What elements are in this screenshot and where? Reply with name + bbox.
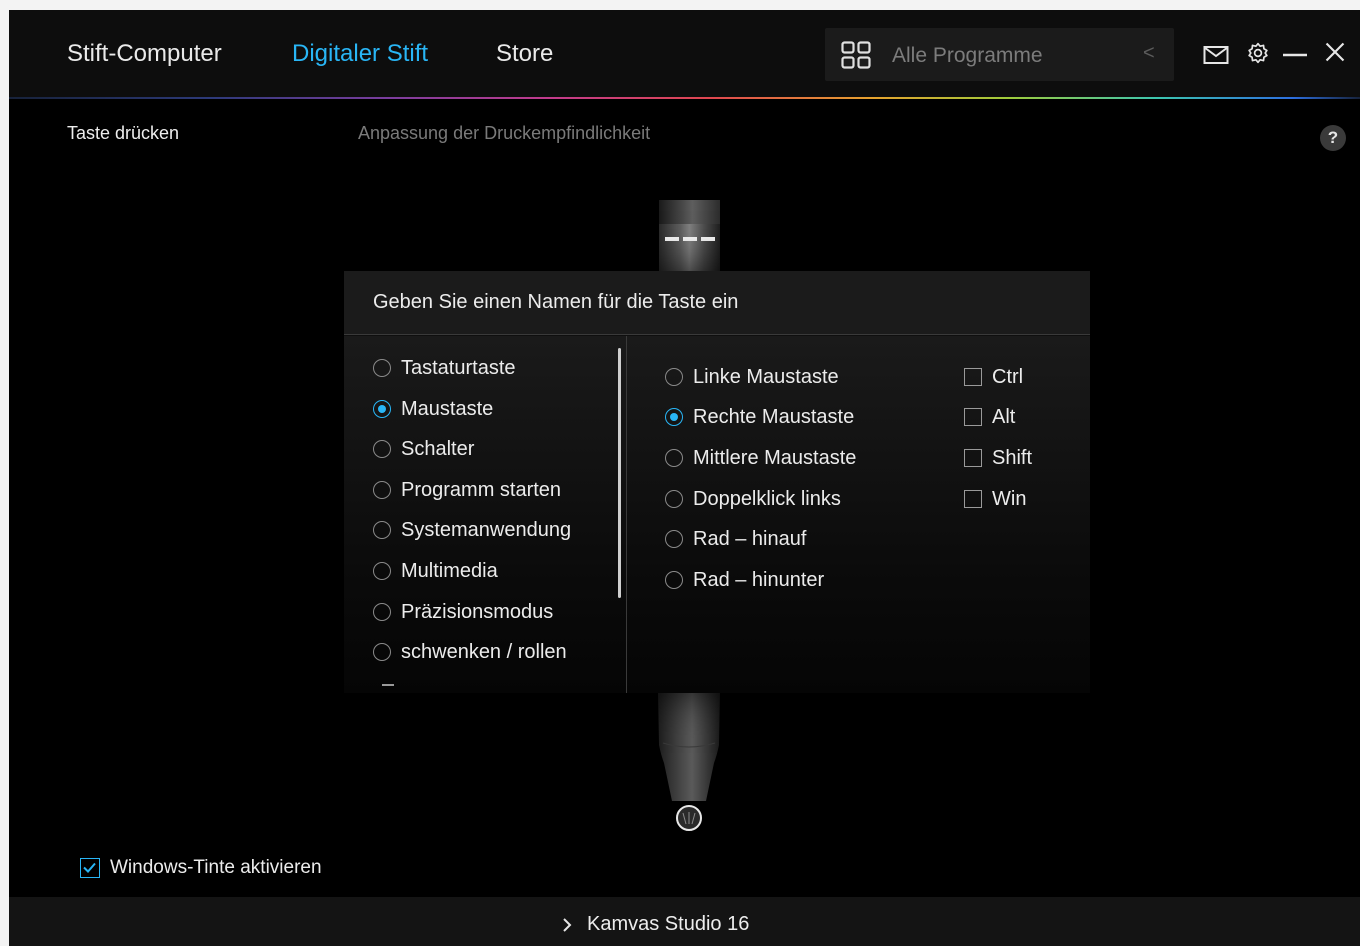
radio-button[interactable] (373, 603, 391, 621)
minimize-icon[interactable] (1282, 44, 1308, 66)
radio-button[interactable] (665, 490, 683, 508)
grid-icon (841, 41, 871, 69)
chevron-right-icon (563, 917, 572, 932)
option-run-program[interactable]: Programm starten (373, 477, 561, 503)
option-mouse-key[interactable]: Maustaste (373, 396, 493, 422)
option-label: Systemanwendung (401, 518, 572, 541)
device-bar: Kamvas Studio 16 (9, 897, 1360, 946)
option-label: Schalter (401, 437, 475, 460)
option-wheel-up[interactable]: Rad – hinauf (665, 526, 806, 552)
option-left-mouse-button[interactable]: Linke Maustaste (665, 364, 839, 390)
header-divider (9, 97, 1360, 99)
radio-button[interactable] (665, 368, 683, 386)
subtab-press-key[interactable]: Taste drücken (67, 123, 179, 144)
option-next-partial (382, 684, 394, 686)
option-label: Rad – hinunter (693, 568, 825, 591)
option-double-click-left[interactable]: Doppelklick links (665, 486, 841, 512)
option-label: Maustaste (401, 397, 494, 420)
option-label: Mittlere Maustaste (693, 446, 857, 469)
radio-button[interactable] (373, 521, 391, 539)
dialog-header: Geben Sie einen Namen für die Taste ein (344, 271, 1090, 335)
radio-button-selected[interactable] (373, 400, 391, 418)
option-label: schwenken / rollen (401, 640, 567, 663)
radio-button[interactable] (373, 481, 391, 499)
radio-button[interactable] (373, 359, 391, 377)
checkbox-shift[interactable]: Shift (964, 445, 1032, 471)
tab-digital-pen[interactable]: Digitaler Stift (292, 40, 428, 68)
radio-button[interactable] (665, 449, 683, 467)
checkbox[interactable] (964, 449, 982, 467)
radio-button[interactable] (373, 440, 391, 458)
windows-ink-label: Windows-Tinte aktivieren (110, 857, 322, 878)
checkbox-label: Win (992, 487, 1027, 510)
radio-button[interactable] (665, 571, 683, 589)
tab-store[interactable]: Store (496, 40, 553, 68)
function-type-list: Tastaturtaste Maustaste Schalter Program… (344, 336, 627, 693)
program-selector[interactable]: Alle Programme < (825, 28, 1174, 81)
top-bar: Stift-Computer Digitaler Stift Store All… (9, 10, 1360, 99)
close-icon[interactable] (1322, 41, 1348, 63)
option-label: Tastaturtaste (401, 356, 516, 379)
option-label: Programm starten (401, 478, 562, 501)
dialog-body: Tastaturtaste Maustaste Schalter Program… (344, 336, 1090, 693)
help-icon[interactable]: ? (1320, 125, 1346, 151)
checkbox[interactable] (964, 408, 982, 426)
option-multimedia[interactable]: Multimedia (373, 558, 498, 584)
subtab-pressure-sensitivity[interactable]: Anpassung der Druckempfindlichkeit (358, 123, 650, 144)
option-label: Multimedia (401, 559, 498, 582)
option-switch[interactable]: Schalter (373, 436, 474, 462)
option-pan-scroll[interactable]: schwenken / rollen (373, 639, 567, 665)
checkbox-win[interactable]: Win (964, 486, 1026, 512)
checkmark-icon (83, 862, 96, 873)
radio-button[interactable] (373, 562, 391, 580)
windows-ink-toggle[interactable]: Windows-Tinte aktivieren (80, 856, 322, 880)
option-label: Rechte Maustaste (693, 405, 855, 428)
option-system-application[interactable]: Systemanwendung (373, 517, 571, 543)
chevron-left-icon[interactable]: < (1143, 42, 1155, 65)
option-wheel-down[interactable]: Rad – hinunter (665, 567, 824, 593)
checkbox-label: Alt (992, 405, 1016, 428)
pen-illustration-cap (659, 200, 720, 224)
tab-pen-computer[interactable]: Stift-Computer (67, 40, 222, 68)
key-assignment-dialog: Geben Sie einen Namen für die Taste ein … (344, 271, 1090, 693)
option-right-mouse-button[interactable]: Rechte Maustaste (665, 404, 854, 430)
device-selector[interactable]: Kamvas Studio 16 (559, 913, 749, 936)
checkbox-ctrl[interactable]: Ctrl (964, 364, 1023, 390)
device-name: Kamvas Studio 16 (587, 913, 750, 935)
option-middle-mouse-button[interactable]: Mittlere Maustaste (665, 445, 856, 471)
options-scrollbar[interactable] (618, 348, 621, 598)
checkbox-alt[interactable]: Alt (964, 404, 1015, 430)
option-precision-mode[interactable]: Präzisionsmodus (373, 599, 553, 625)
mail-icon[interactable] (1203, 44, 1229, 66)
dialog-title: Geben Sie einen Namen für die Taste ein (373, 291, 739, 313)
radio-button[interactable] (373, 643, 391, 661)
checkbox-label: Shift (992, 446, 1033, 469)
checkbox[interactable] (964, 490, 982, 508)
option-label: Doppelklick links (693, 487, 841, 510)
radio-button[interactable] (665, 530, 683, 548)
option-label: Linke Maustaste (693, 365, 839, 388)
radio-button-selected[interactable] (665, 408, 683, 426)
checkbox-checked[interactable] (80, 858, 100, 878)
checkbox-label: Ctrl (992, 365, 1024, 388)
program-selector-label: Alle Programme (892, 44, 1043, 67)
app-window: Stift-Computer Digitaler Stift Store All… (9, 10, 1360, 946)
pen-illustration-tip (658, 693, 720, 831)
option-label: Präzisionsmodus (401, 600, 554, 623)
checkbox[interactable] (964, 368, 982, 386)
option-label: Rad – hinauf (693, 527, 807, 550)
pen-illustration-stripe (665, 237, 717, 241)
gear-icon[interactable] (1245, 42, 1271, 64)
option-keyboard-key[interactable]: Tastaturtaste (373, 355, 516, 381)
